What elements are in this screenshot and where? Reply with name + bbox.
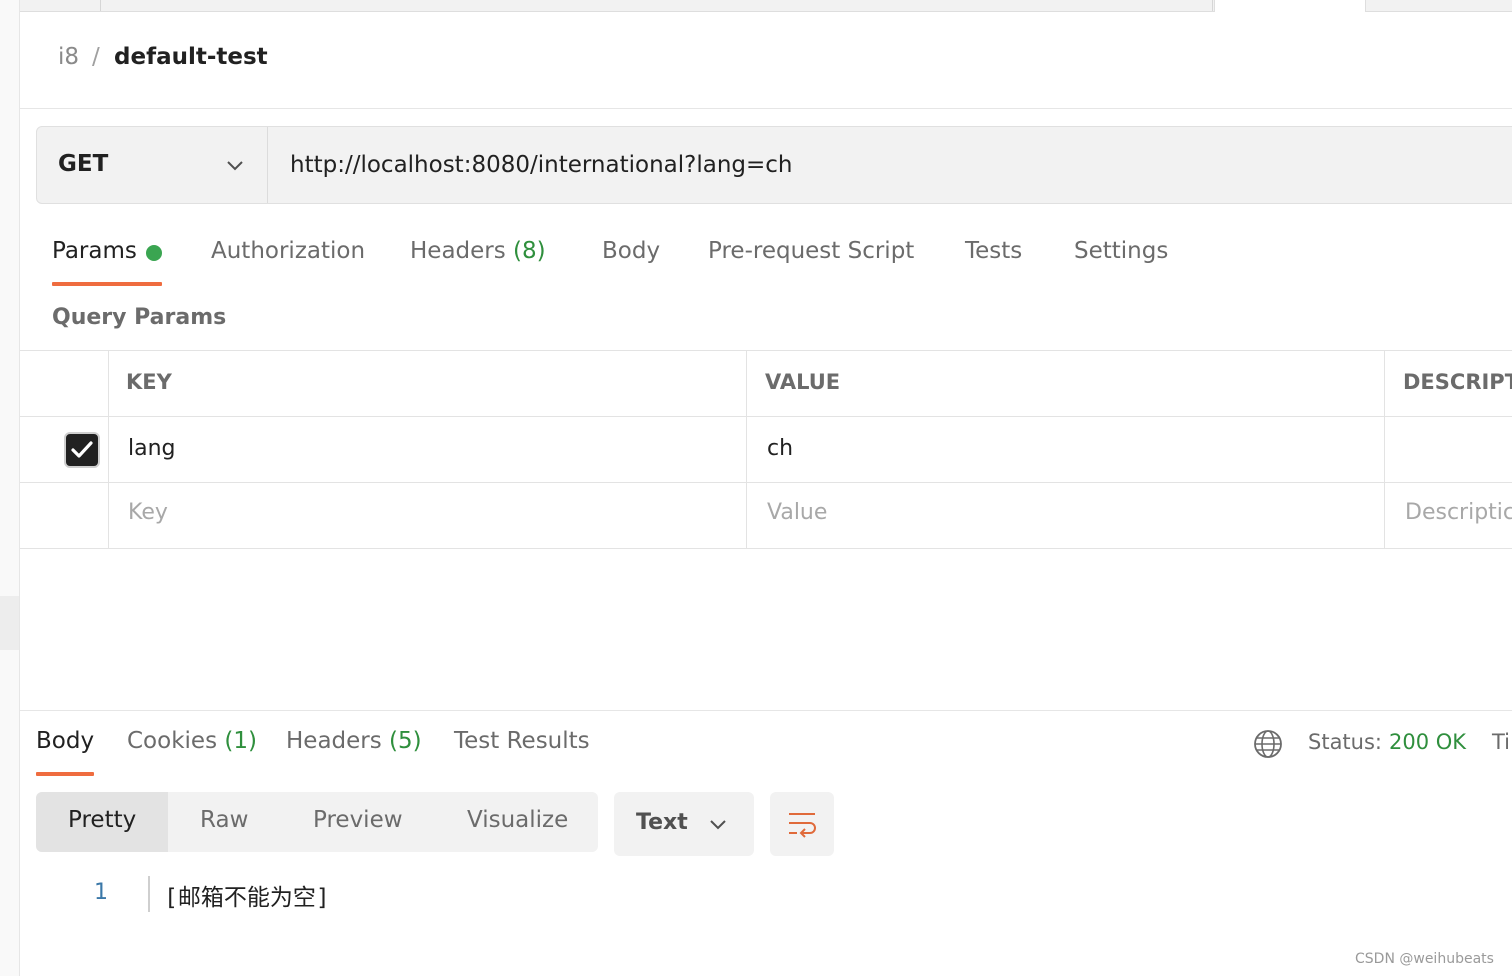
new-description-input[interactable]: Descriptic [1405, 500, 1512, 525]
tab-params[interactable]: Params [52, 238, 137, 264]
header-divider [20, 108, 1512, 109]
response-divider[interactable] [20, 710, 1512, 711]
request-name[interactable]: default-test [114, 44, 268, 70]
watermark: CSDN @weihubeats [1355, 951, 1494, 967]
breadcrumb-workspace[interactable]: i8 [58, 44, 79, 70]
format-select-label: Text [636, 810, 688, 835]
tab-active[interactable] [1214, 0, 1366, 12]
param-enabled-checkbox[interactable] [64, 432, 100, 468]
method-label: GET [58, 151, 109, 177]
query-params-title: Query Params [52, 305, 227, 330]
response-tab-headers[interactable]: Headers (5) [286, 728, 422, 754]
tab-authorization[interactable]: Authorization [211, 238, 365, 264]
status-label: Status: [1308, 730, 1382, 754]
globe-icon[interactable] [1252, 728, 1284, 760]
table-border [20, 350, 1512, 351]
tab-headers-count: (8) [513, 238, 546, 264]
tab-headers[interactable]: Headers (8) [410, 238, 546, 264]
table-border [746, 350, 747, 549]
response-tab-headers-label: Headers [286, 728, 382, 754]
column-header-key: KEY [126, 370, 172, 394]
table-border [1384, 350, 1385, 549]
status-value[interactable]: 200 OK [1389, 730, 1466, 754]
sidebar-gutter [0, 0, 20, 976]
table-border [20, 548, 1512, 549]
response-body-line[interactable]: [邮箱不能为空] [164, 878, 330, 912]
wrap-lines-icon [789, 813, 816, 838]
params-indicator-dot [146, 245, 162, 261]
line-number: 1 [94, 880, 108, 905]
table-border [20, 482, 1512, 483]
response-tab-cookies-count: (1) [224, 728, 257, 754]
gutter-divider [148, 876, 150, 912]
response-tab-body[interactable]: Body [36, 728, 94, 754]
chevron-down-icon [227, 161, 243, 171]
view-mode-preview[interactable]: Preview [313, 807, 403, 833]
table-border [108, 350, 109, 549]
table-border [20, 416, 1512, 417]
tab-body[interactable]: Body [602, 238, 660, 264]
tab-headers-label: Headers [410, 238, 506, 264]
url-input[interactable] [268, 127, 1512, 203]
param-value-cell[interactable]: ch [767, 436, 793, 461]
tab-pre-request-script[interactable]: Pre-request Script [708, 238, 914, 264]
response-tab-cookies-label: Cookies [127, 728, 218, 754]
param-key-cell[interactable]: lang [128, 436, 176, 461]
column-header-value: VALUE [765, 370, 841, 394]
breadcrumb-separator: / [92, 44, 100, 70]
response-active-tab-underline [36, 772, 94, 776]
tab-settings[interactable]: Settings [1074, 238, 1168, 264]
response-tab-test-results[interactable]: Test Results [454, 728, 590, 754]
response-tab-headers-count: (5) [389, 728, 422, 754]
sidebar-collapse-handle[interactable] [0, 596, 19, 650]
column-header-description: DESCRIPT [1403, 370, 1512, 394]
new-value-input[interactable]: Value [767, 500, 827, 525]
view-mode-raw[interactable]: Raw [200, 807, 248, 833]
tab-tests[interactable]: Tests [965, 238, 1022, 264]
time-label: Ti [1492, 730, 1511, 754]
response-tab-cookies[interactable]: Cookies (1) [127, 728, 257, 754]
tab-separator [100, 0, 101, 11]
view-mode-visualize[interactable]: Visualize [467, 807, 568, 833]
active-tab-underline [52, 282, 162, 286]
tab-separator [1212, 0, 1213, 11]
chevron-down-icon [710, 820, 726, 830]
checkbox-checked-icon [71, 441, 93, 458]
new-key-input[interactable]: Key [128, 500, 168, 525]
view-mode-pretty[interactable]: Pretty [68, 807, 136, 833]
